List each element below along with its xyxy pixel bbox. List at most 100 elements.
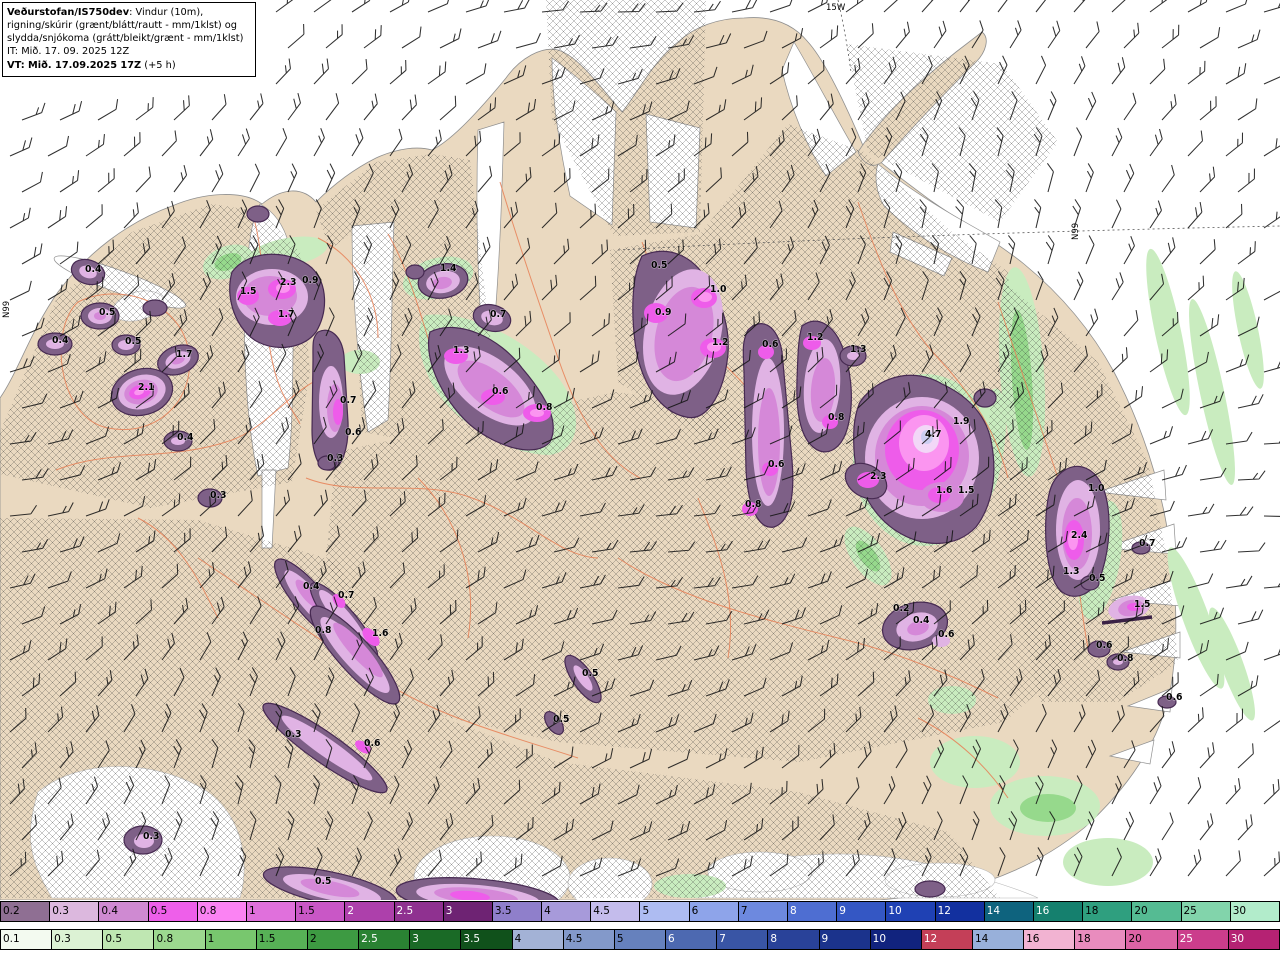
precip-value-label: 0.6 [938,629,954,640]
legend-value-label: 1 [248,905,256,917]
legend-color-cell: 3 [442,902,492,921]
precip-value-label: 0.5 [651,260,667,271]
model-name: Veðurstofan/IS750dev [7,7,130,18]
weather-forecast-map: 15W N99 N99 0.4 0.5 0.4 0.5 2.1 1.7 0.4 0.3 1.5 2… [0,0,1280,958]
legend-color-cell: 12 [934,902,984,921]
legend-value-label: 18 [1077,933,1091,945]
precip-value-label: 0.3 [285,729,301,740]
legend-value-label: 3.5 [463,933,481,945]
valid-time-line: VT: Mið. 17.09.2025 17Z (+5 h) [7,59,251,72]
precip-value-label: 1.5 [240,286,256,297]
precip-value-label: 1.5 [958,485,974,496]
legend-color-cell: 20 [1125,930,1177,949]
precip-value-label: 0.6 [762,339,778,350]
legend-color-cell: 0.2 [1,902,50,921]
precip-value-label: 2.3 [870,471,886,482]
valid-time-offset: (+5 h) [141,59,176,71]
legend-color-cell: 6 [665,930,717,949]
legend-value-label: 5 [616,933,624,945]
legend-value-label: 12 [937,905,951,917]
legend-color-cell: 30 [1229,902,1279,921]
precip-value-label: 0.5 [1089,573,1105,584]
legend-value-label: 8 [790,905,797,917]
legend-color-cell: 0.3 [51,930,103,949]
legend-color-cell: 30 [1227,930,1279,949]
legend-color-cell: 0.5 [147,902,197,921]
legend-value-label: 9 [821,933,829,945]
legend-color-cell: 4 [541,902,591,921]
title-box: Veðurstofan/IS750dev: Vindur (10m), rign… [2,2,256,77]
precip-value-label: 0.5 [99,307,115,318]
legend-color-cell: 2 [344,902,394,921]
legend-value-label: 10 [872,933,887,945]
legend-value-label: 1 [207,933,215,945]
legend-value-label: 0.5 [105,933,123,945]
legend-color-cell: 4.5 [590,902,640,921]
precip-value-label: 0.8 [315,625,331,636]
precip-value-label: 0.4 [913,615,930,626]
legend-color-cell: 2.5 [358,930,410,949]
legend-value-label: 4.5 [565,933,583,945]
precip-value-label: 0.3 [327,453,343,464]
legend-color-cell: 6 [688,902,738,921]
init-time: IT: Mið. 17. 09. 2025 12Z [7,46,130,58]
legend-color-cell: 10 [869,930,921,949]
title-variable: : Vindur (10m), [129,7,204,18]
precip-value-label: 0.8 [745,499,761,510]
legend-color-cell: 1 [245,902,296,921]
precip-value-label: 1.0 [1088,483,1105,494]
legend-color-cell: 9 [818,930,870,949]
rain-scale-bar: 0.2 0.3 0.4 0.5 0.8 1 1.5 2 2.5 3 3.5 4 4.5 5 6 7 8 9 10 12… [0,901,1280,922]
precip-value-label: 1.6 [936,485,952,496]
precip-value-label: 4.7 [925,429,941,440]
legend-color-cell: 4.5 [562,930,614,949]
legend-value-label: 30 [1230,933,1245,945]
legend-value-label: 4 [514,933,522,945]
legend-color-cell: 3.5 [460,930,512,949]
legend-value-label: 0.4 [101,905,119,917]
legend-value-label: 0.1 [3,933,20,945]
legend-color-cell: 12 [920,930,972,949]
precip-value-label: 1.3 [1063,566,1079,577]
legend-color-cell: 3 [409,930,461,949]
precip-value-label: 0.6 [345,427,361,438]
legend-value-label: 4 [544,905,551,917]
precip-value-label: 0.7 [1139,538,1155,549]
legend-value-label: 7 [719,933,726,945]
legend-value-label: 0.8 [156,933,174,945]
legend-color-cell: 0.3 [49,902,99,921]
legend-color-cell: 5 [639,902,689,921]
title-line-model: Veðurstofan/IS750dev: Vindur (10m), [7,6,251,19]
legend-value-label: 3 [412,933,419,945]
precip-value-label: 0.8 [828,412,844,423]
legend-value-label: 2 [347,905,354,917]
legend-value-label: 0.3 [52,905,69,917]
precip-value-label: 0.3 [210,490,226,501]
legend-color-cell: 8 [787,902,837,921]
legend-color-cell: 2 [306,930,359,949]
precip-value-label: 0.6 [768,459,784,470]
precip-value-label: 0.6 [364,738,380,749]
legend-color-cell: 2.5 [393,902,443,921]
legend-value-label: 2 [309,933,317,945]
precip-value-label: 1.9 [953,416,969,427]
valid-time: VT: Mið. 17.09.2025 17Z [7,59,142,71]
legend-value-label: 18 [1085,905,1099,917]
legend-value-label: 8 [770,933,778,945]
precip-value-label: 1.2 [807,332,823,343]
precip-value-label: 1.7 [278,309,294,320]
precip-value-label: 0.7 [338,590,354,601]
precip-value-label: 1.3 [850,344,866,355]
legend-value-label: 1.5 [258,933,276,945]
legend-value-label: 25 [1183,905,1197,917]
meridian-label: 15W [826,3,846,13]
legend-value-label: 0.5 [150,905,168,917]
precip-value-label: 1.3 [453,345,469,356]
legend-value-label: 3.5 [494,905,512,917]
title-line-rain: rigning/skúrir (grænt/blátt/rautt - mm/1… [7,20,237,32]
legend-color-cell: 14 [983,902,1033,921]
precip-value-label: 0.4 [52,335,69,346]
precip-value-label: 1.2 [712,337,728,348]
grid-label-left: N99 [2,301,12,318]
legend-color-cell: 0.1 [1,930,52,949]
